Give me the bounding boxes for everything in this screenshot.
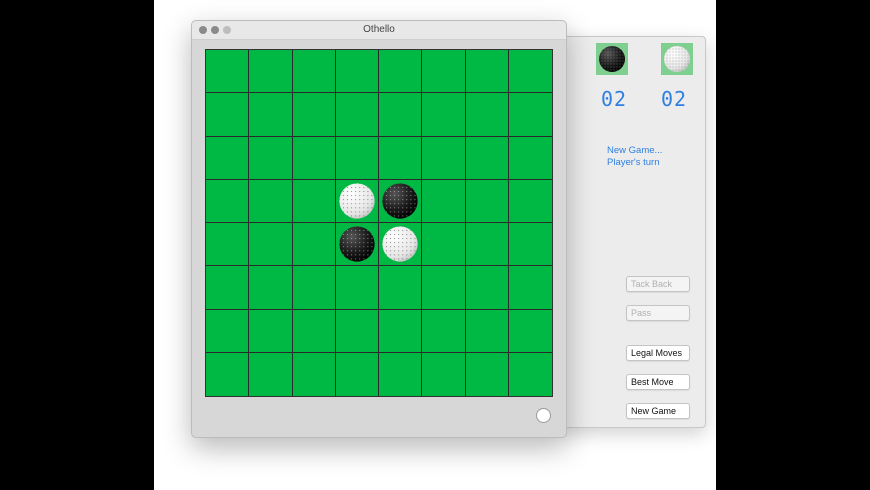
take-back-button[interactable]: Tack Back: [626, 276, 690, 292]
board-cell[interactable]: [465, 93, 509, 137]
board-cell[interactable]: [465, 50, 509, 94]
board-cell[interactable]: [206, 352, 250, 396]
white-disc-icon: [382, 226, 418, 262]
board-cell[interactable]: [379, 223, 423, 267]
board-cell[interactable]: [249, 266, 293, 310]
board-cell[interactable]: [466, 352, 509, 396]
board-cell[interactable]: [292, 266, 336, 310]
board-cell[interactable]: [379, 352, 423, 396]
board-cell[interactable]: [422, 93, 466, 137]
board-cell[interactable]: [508, 50, 552, 94]
board-cell[interactable]: [206, 136, 250, 180]
window-title: Othello: [363, 24, 395, 35]
board-cell[interactable]: [465, 309, 509, 353]
board-cell[interactable]: [465, 266, 509, 310]
board-cell[interactable]: [292, 50, 336, 94]
board-cell[interactable]: [379, 136, 423, 180]
board-cell[interactable]: [465, 179, 509, 223]
board-cell[interactable]: [292, 223, 336, 267]
board-cell[interactable]: [336, 352, 379, 396]
board-cell[interactable]: [379, 309, 423, 353]
board-cell[interactable]: [206, 50, 250, 94]
board-cell[interactable]: [206, 93, 250, 137]
board-cell[interactable]: [335, 309, 379, 353]
board-cell[interactable]: [465, 136, 509, 180]
black-disc-icon: [382, 183, 418, 219]
board-cell[interactable]: [206, 223, 250, 267]
board-cell[interactable]: [379, 266, 423, 310]
board-cell[interactable]: [206, 266, 250, 310]
board-cell[interactable]: [206, 309, 250, 353]
board-cell[interactable]: [508, 93, 552, 137]
white-disc-icon: [664, 46, 690, 72]
board-cell[interactable]: [422, 179, 466, 223]
new-game-button[interactable]: New Game: [626, 403, 690, 419]
board-cell[interactable]: [292, 93, 336, 137]
board-cell[interactable]: [249, 93, 293, 137]
status-line-1: New Game...: [607, 145, 663, 156]
board-cell[interactable]: [379, 50, 423, 94]
board-cell[interactable]: [422, 266, 466, 310]
black-disc-icon: [599, 46, 625, 72]
board-cell[interactable]: [335, 266, 379, 310]
status-line-2: Player's turn: [607, 157, 660, 168]
black-score-icon: [596, 43, 628, 75]
board-cell[interactable]: [508, 266, 552, 310]
board-cell[interactable]: [249, 136, 293, 180]
board-cell[interactable]: [292, 309, 336, 353]
white-score: 02: [661, 87, 688, 111]
pass-button[interactable]: Pass: [626, 305, 690, 321]
board-cell[interactable]: [335, 136, 379, 180]
board-cell[interactable]: [508, 180, 552, 223]
black-score: 02: [601, 87, 628, 111]
board-cell[interactable]: [422, 309, 466, 353]
othello-window: Othello: [191, 20, 567, 438]
board-cell[interactable]: [509, 353, 552, 396]
board-cell[interactable]: [422, 136, 466, 180]
board-cell[interactable]: [465, 223, 509, 267]
board-cell[interactable]: [422, 352, 466, 396]
board-cell[interactable]: [293, 352, 336, 396]
game-board: [205, 49, 553, 397]
board-cell[interactable]: [379, 179, 423, 223]
board-cell[interactable]: [422, 50, 466, 94]
score-panel: 02 02 New Game... Player's turn Tack Bac…: [560, 36, 706, 428]
white-score-icon: [661, 43, 693, 75]
board-cell[interactable]: [292, 136, 336, 180]
board-cell[interactable]: [335, 179, 379, 223]
board-cell[interactable]: [379, 93, 423, 137]
white-disc-icon: [339, 183, 375, 219]
board-cell[interactable]: [249, 223, 293, 267]
board-cell[interactable]: [249, 352, 293, 396]
board-cell[interactable]: [508, 137, 552, 180]
board-cell[interactable]: [292, 179, 336, 223]
best-move-button[interactable]: Best Move: [626, 374, 690, 390]
board-cell[interactable]: [249, 50, 293, 94]
board-cell[interactable]: [422, 223, 466, 267]
legal-moves-button[interactable]: Legal Moves: [626, 345, 690, 361]
black-disc-icon: [339, 226, 375, 262]
board-cell[interactable]: [335, 223, 379, 267]
board-cell[interactable]: [249, 179, 293, 223]
board-cell[interactable]: [206, 179, 250, 223]
board-cell[interactable]: [508, 223, 552, 267]
board-cell[interactable]: [335, 93, 379, 137]
board-cell[interactable]: [508, 310, 552, 353]
board-cell[interactable]: [335, 50, 379, 94]
status-message: New Game... Player's turn: [607, 145, 662, 169]
turn-indicator-icon: [536, 408, 551, 423]
title-bar[interactable]: Othello: [192, 21, 566, 40]
board-cell[interactable]: [249, 309, 293, 353]
